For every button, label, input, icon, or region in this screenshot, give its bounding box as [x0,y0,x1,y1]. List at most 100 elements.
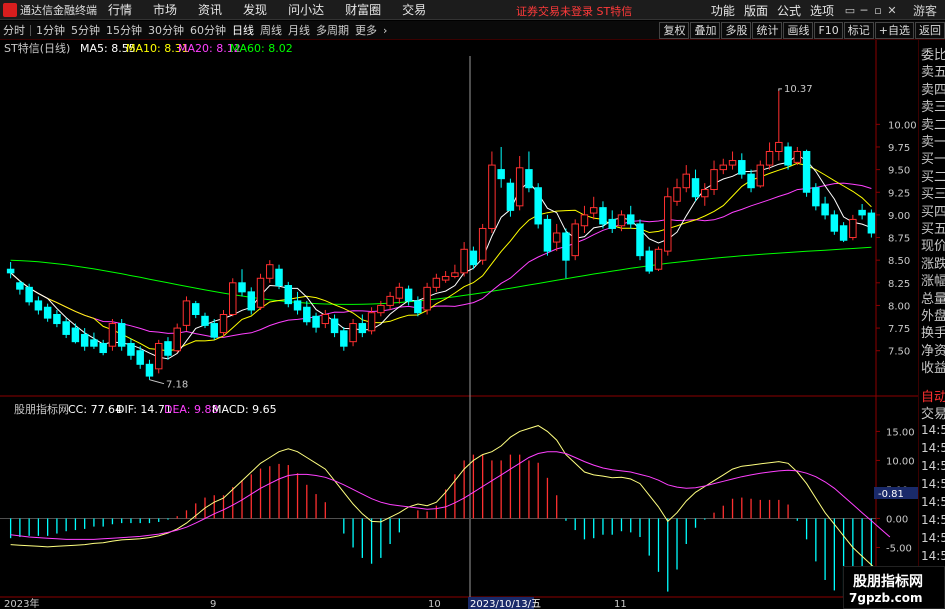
candle-body [645,250,653,272]
layout-icon[interactable]: ▭ [843,4,857,17]
menu-wenxiaoda[interactable]: 问小达 [288,1,324,18]
login-notice[interactable]: 证券交易未登录 ST特信 [516,3,632,19]
menu-zixun[interactable]: 资讯 [198,1,222,18]
main-chart-title: ST特信(日线) [4,41,70,55]
ma10-line [10,162,872,352]
more-chevron-icon[interactable]: › [383,24,387,37]
candle-body [738,160,746,175]
candle-body [784,146,792,166]
menu-gongneng[interactable]: 功能 [711,2,735,19]
candle-body [525,169,533,189]
menu-jiaoyi[interactable]: 交易 [402,1,426,18]
tick-time: 14:56 [921,531,945,545]
huaxian-button[interactable]: 画线 [783,22,814,39]
candle-body [599,207,607,225]
trade-tab[interactable]: 交易 [921,403,945,422]
candle-body [34,300,43,311]
candle-body [571,223,579,257]
right-quote-panel: 委比 卖五 卖四 卖三 卖二 卖一 买一 买二 买三 买四 买五 现价 涨跌 涨幅 总量 外盘 换手 净资 收益 自动… [918,40,945,609]
crosshair-date-label: 2023/10/13/五 [470,599,541,609]
close-icon[interactable]: ✕ [885,4,899,17]
period-daily[interactable]: 日线 [232,22,254,38]
candle-body [108,323,117,347]
price-tick-label: 8.50 [888,256,910,267]
maximize-icon[interactable]: ▫ [871,4,885,17]
low-annotation: 7.18 [166,380,188,391]
minimize-icon[interactable]: ─ [857,4,871,17]
menu-faxian[interactable]: 发现 [243,1,267,18]
candle-body [515,167,524,207]
guest-login[interactable]: 游客 [913,2,937,19]
candle-body [775,141,783,152]
candle-body [719,164,728,171]
period-15min[interactable]: 15分钟 [106,22,142,38]
period-weekly[interactable]: 周线 [260,22,282,38]
candle-body [506,182,515,211]
date-axis: 2023年 9 10 2023/10/13/五 11 [4,597,627,609]
quote-field-label: 换手 [921,326,945,342]
duogu-button[interactable]: 多股 [721,22,752,39]
back-button[interactable]: 返回 [915,22,945,39]
price-tick-label: 7.50 [888,347,910,358]
candle-body [312,315,320,328]
candle-body [756,164,765,187]
tick-time: 14:56 [921,441,945,455]
f10-button[interactable]: F10 [814,22,843,39]
period-60min[interactable]: 60分钟 [190,22,226,38]
ma20-line [10,182,872,338]
macd-tick-label: 15.00 [886,427,915,438]
candle-body [293,300,302,311]
date-label-2023: 2023年 [4,597,39,609]
period-multi[interactable]: 多周期 [316,22,349,38]
candle-body [182,300,191,326]
candle-body [6,268,15,274]
menu-shichang[interactable]: 市场 [153,1,177,18]
candle-body [127,342,135,356]
dea-line [10,451,891,540]
period-fenshi[interactable]: 分时 [3,22,25,38]
fuquan-button[interactable]: 复权 [659,22,690,39]
ma60-label: MA60: 8.02 [230,42,293,55]
candlesticks [6,90,876,380]
quote-field-label: 买四 [921,204,945,220]
period-1min[interactable]: 1分钟 [36,22,65,38]
candle-body [423,286,431,311]
biaoji-button[interactable]: 标记 [843,22,874,39]
quote-field-label: 收益 [921,361,945,377]
high-marker [778,88,782,91]
cc-label: CC: 77.64 [68,403,122,416]
candle-body [367,312,376,332]
dea-label: DEA: 9.88 [164,403,218,416]
low-marker [149,379,165,385]
candle-body [173,327,181,352]
period-monthly[interactable]: 月线 [288,22,310,38]
menu-banmian[interactable]: 版面 [744,2,768,19]
period-more[interactable]: 更多 [355,22,377,38]
diejia-button[interactable]: 叠加 [690,22,721,39]
candle-body [90,339,98,347]
tick-time: 14:56 [921,477,945,491]
candle-body [99,342,107,354]
add-watchlist-button[interactable]: +自选 [874,22,914,39]
candle-body [340,330,348,347]
app-title: 通达信金融终端 [20,3,97,17]
watermark-title: 股朋指标网 [853,574,923,590]
candle-body [497,169,505,180]
menu-gongshi[interactable]: 公式 [777,2,801,19]
period-toolbar: 分时 1分钟 5分钟 15分钟 30分钟 60分钟 日线 周线 月线 多周期 更… [0,21,945,40]
period-5min[interactable]: 5分钟 [71,22,100,38]
period-30min[interactable]: 30分钟 [148,22,184,38]
menu-caifuquan[interactable]: 财富圈 [345,1,381,18]
tongji-button[interactable]: 统计 [752,22,783,39]
candle-body [617,214,626,227]
menu-xuanxiang[interactable]: 选项 [810,2,834,19]
candle-body [330,318,339,334]
menu-hangqing[interactable]: 行情 [108,1,132,18]
candle-body [682,173,691,189]
chart-canvas[interactable]: ST特信(日线) MA5: 8.55 MA10: 8.31 MA20: 8.12… [0,40,918,609]
quote-field-label: 买一 [921,152,945,168]
candle-body [534,187,542,225]
candle-body [673,187,681,202]
candle-body [478,227,487,261]
candle-body [117,323,126,347]
